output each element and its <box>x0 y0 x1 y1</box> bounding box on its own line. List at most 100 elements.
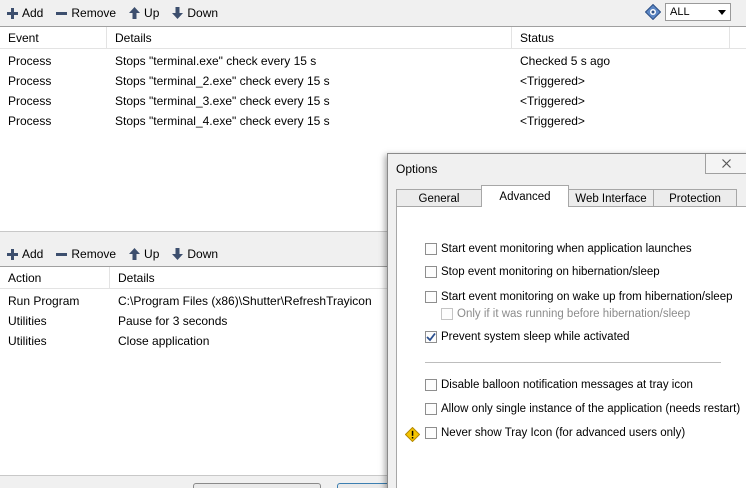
plus-icon <box>7 248 18 260</box>
details-cell: Stops "terminal_3.exe" check every 15 s <box>115 94 330 108</box>
table-row[interactable]: Process Stops "terminal_2.exe" check eve… <box>0 71 746 91</box>
event-cell: Process <box>8 114 52 128</box>
tab-web-interface-label: Web Interface <box>575 193 647 205</box>
filter-diamond-icon <box>645 4 661 20</box>
checkbox[interactable] <box>425 243 437 255</box>
up-label: Up <box>144 6 160 20</box>
action-cell: Utilities <box>8 314 47 328</box>
tab-general-label: General <box>418 193 460 205</box>
options-dialog: Options General Advanced Web Interface P… <box>387 153 746 488</box>
status-cell: Checked 5 s ago <box>520 54 611 68</box>
separator <box>425 362 721 363</box>
column-details-label: Details <box>115 30 152 45</box>
details-cell: Stops "terminal.exe" check every 15 s <box>115 54 317 68</box>
arrow-up-icon <box>129 248 141 260</box>
top-toolbar: Add Remove Up Down <box>0 2 231 24</box>
tab-advanced-label: Advanced <box>499 190 551 203</box>
events-table-header: Event Details Status <box>0 27 746 49</box>
add-label: Add <box>22 247 44 261</box>
table-row[interactable]: Process Stops "terminal_4.exe" check eve… <box>0 111 746 131</box>
add-event-button[interactable]: Add <box>7 6 43 20</box>
option-label: Start event monitoring on wake up from h… <box>441 291 733 303</box>
remove-event-button[interactable]: Remove <box>56 6 116 20</box>
option-label: Never show Tray Icon (for advanced users… <box>441 427 686 439</box>
action-details-cell: Close application <box>118 334 210 348</box>
option-single-instance[interactable]: Allow only single instance of the applic… <box>425 403 740 415</box>
details-cell: Stops "terminal_4.exe" check every 15 s <box>115 114 330 128</box>
arrow-up-icon <box>129 7 141 19</box>
tab-advanced[interactable]: Advanced <box>481 185 569 207</box>
option-only-if-running[interactable]: Only if it was running before hibernatio… <box>441 308 690 320</box>
checkbox[interactable] <box>425 403 437 415</box>
add-action-button[interactable]: Add <box>7 247 43 261</box>
column-event-label: Event <box>8 30 39 45</box>
add-label: Add <box>22 6 44 20</box>
option-stop-on-hibernation[interactable]: Stop event monitoring on hibernation/sle… <box>425 266 660 278</box>
option-prevent-sleep[interactable]: Prevent system sleep while activated <box>425 331 630 343</box>
down-label: Down <box>187 6 219 20</box>
warning-icon <box>405 427 420 442</box>
option-label: Start event monitoring when application … <box>441 243 692 255</box>
option-start-on-wake[interactable]: Start event monitoring on wake up from h… <box>425 291 733 303</box>
bottom-toolbar: Add Remove Up Down <box>0 243 231 265</box>
minus-icon <box>56 252 68 256</box>
filter-dropdown-value: ALL <box>670 6 690 18</box>
footer-button-left[interactable] <box>193 483 321 488</box>
event-cell: Process <box>8 74 52 88</box>
move-up-action-button[interactable]: Up <box>129 247 159 261</box>
arrow-down-icon <box>172 248 184 260</box>
event-cell: Process <box>8 54 52 68</box>
status-cell: <Triggered> <box>520 74 585 88</box>
down-label: Down <box>187 247 219 261</box>
remove-label: Remove <box>71 6 117 20</box>
column-action[interactable]: Action <box>0 267 110 288</box>
checkbox[interactable] <box>425 379 437 391</box>
close-button[interactable] <box>705 154 746 174</box>
up-label: Up <box>144 247 160 261</box>
plus-icon <box>7 7 18 19</box>
column-details[interactable]: Details <box>107 27 512 48</box>
checkbox[interactable] <box>425 427 437 439</box>
chevron-down-icon <box>718 9 726 15</box>
minus-icon <box>56 11 68 15</box>
status-cell: <Triggered> <box>520 94 585 108</box>
column-action-details-label: Details <box>118 270 155 285</box>
action-details-cell: C:\Program Files (x86)\Shutter\RefreshTr… <box>118 294 372 308</box>
move-down-action-button[interactable]: Down <box>172 247 218 261</box>
checkbox[interactable] <box>425 266 437 278</box>
checkbox-checked[interactable] <box>425 331 437 343</box>
column-event[interactable]: Event <box>0 27 107 48</box>
checkbox[interactable] <box>425 291 437 303</box>
column-status[interactable]: Status <box>512 27 730 48</box>
table-row[interactable]: Process Stops "terminal_3.exe" check eve… <box>0 91 746 111</box>
filter-dropdown[interactable]: ALL <box>665 3 731 21</box>
table-row[interactable]: Process Stops "terminal.exe" check every… <box>0 51 746 71</box>
option-label: Allow only single instance of the applic… <box>441 403 741 415</box>
tab-protection-label: Protection <box>669 193 721 205</box>
details-cell: Stops "terminal_2.exe" check every 15 s <box>115 74 330 88</box>
checkbox[interactable] <box>441 308 453 320</box>
column-status-label: Status <box>520 30 555 45</box>
option-start-on-launch[interactable]: Start event monitoring when application … <box>425 243 692 255</box>
remove-action-button[interactable]: Remove <box>56 247 116 261</box>
column-action-label: Action <box>8 270 42 285</box>
action-cell: Utilities <box>8 334 47 348</box>
move-down-event-button[interactable]: Down <box>172 6 218 20</box>
arrow-down-icon <box>172 7 184 19</box>
option-label: Only if it was running before hibernatio… <box>457 308 691 320</box>
checkmark-icon <box>426 332 436 342</box>
option-disable-balloon[interactable]: Disable balloon notification messages at… <box>425 379 693 391</box>
filter-area: ALL <box>645 3 731 21</box>
remove-label: Remove <box>71 247 117 261</box>
status-cell: <Triggered> <box>520 114 585 128</box>
action-details-cell: Pause for 3 seconds <box>118 314 228 328</box>
option-never-show-tray[interactable]: Never show Tray Icon (for advanced users… <box>425 427 685 439</box>
option-label: Disable balloon notification messages at… <box>441 379 693 391</box>
option-label: Stop event monitoring on hibernation/sle… <box>441 266 660 278</box>
close-icon <box>721 159 731 168</box>
move-up-event-button[interactable]: Up <box>129 6 159 20</box>
advanced-tab-panel: Start event monitoring when application … <box>396 206 746 488</box>
event-cell: Process <box>8 94 52 108</box>
option-label: Prevent system sleep while activated <box>441 331 630 343</box>
action-cell: Run Program <box>8 294 80 308</box>
